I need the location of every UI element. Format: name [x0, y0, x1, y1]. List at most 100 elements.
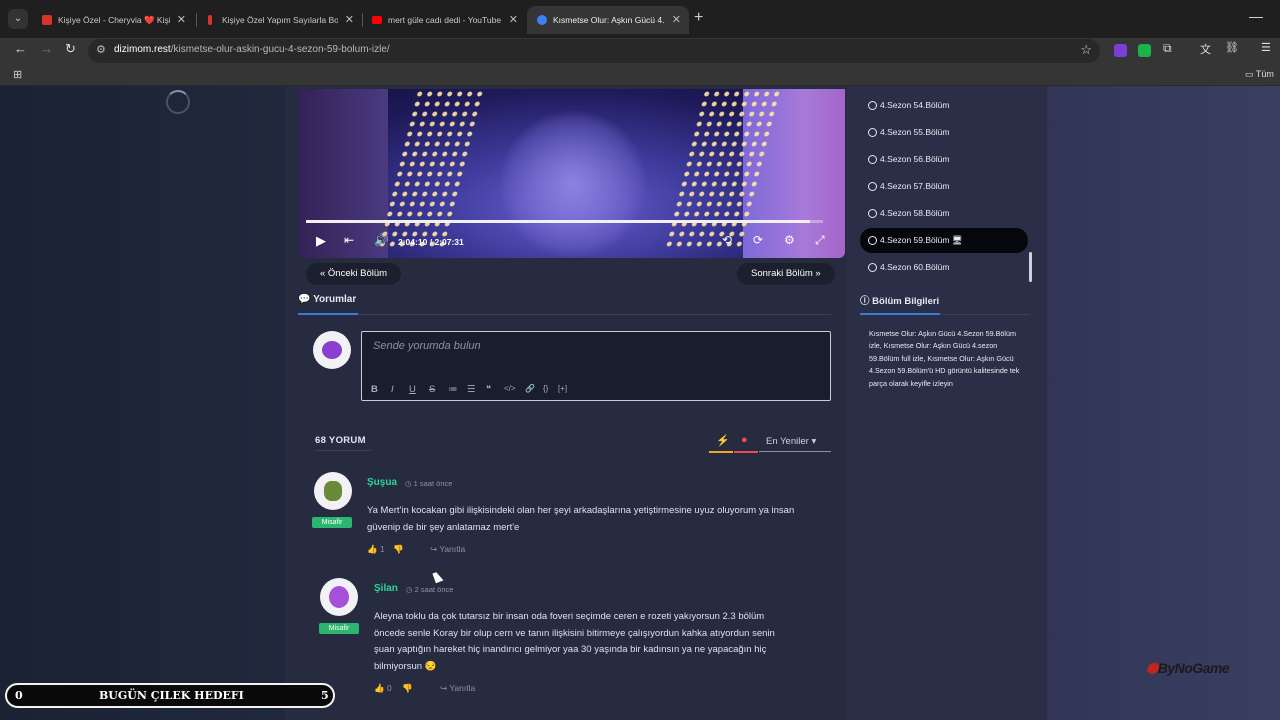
strikethrough-button[interactable]: S	[429, 384, 435, 395]
new-tab-button[interactable]: +	[694, 9, 703, 27]
like-button[interactable]: 👍 1	[367, 544, 385, 555]
code-button[interactable]: </>	[504, 384, 516, 393]
close-tab-icon[interactable]: ✕	[672, 6, 681, 34]
next-episode-button[interactable]: Sonraki Bölüm »	[737, 263, 835, 285]
apps-grid-icon[interactable]: ⊞	[13, 68, 22, 81]
tab-strip: ⌄ Kişiye Özel - Cheryvia ❤️ Kişiye ✕ Kiş…	[0, 0, 1280, 38]
loading-spinner-icon	[166, 90, 190, 114]
bookmarks-bar: ⊞ ▭ Tüm	[0, 64, 1280, 86]
all-bookmarks-button[interactable]: ▭ Tüm	[1245, 69, 1274, 80]
reply-button[interactable]: ↪ Yanıtla	[430, 544, 465, 555]
fullscreen-icon[interactable]: ⤢	[815, 233, 825, 248]
episode-item[interactable]: 4.Sezon 54.Bölüm	[860, 93, 1028, 118]
goal-label: BUGÜN ÇILEK HEDEFI	[99, 689, 244, 702]
extension-icon[interactable]	[1138, 44, 1151, 57]
episode-item-active[interactable]: 4.Sezon 59.Bölüm 🖥	[860, 228, 1028, 253]
watermark-text: ByNoGame	[1157, 660, 1230, 676]
comments-heading: 💬 Yorumlar	[298, 294, 356, 305]
radio-circle-icon	[868, 209, 877, 218]
minimize-window-button[interactable]: —	[1249, 8, 1263, 24]
count-underline	[315, 450, 371, 451]
radio-circle-icon	[868, 263, 877, 272]
episode-label: 4.Sezon 60.Bölüm	[880, 262, 950, 272]
settings-gear-icon[interactable]: ⚙	[784, 233, 795, 247]
bookmark-star-icon[interactable]: ☆	[1080, 42, 1092, 58]
comment-editor[interactable]: Sende yorumda bulun B I U S ≔ ☰ ❝ </> 🔗 …	[361, 331, 831, 401]
link-icon[interactable]: ⛓	[1225, 41, 1239, 54]
italic-button[interactable]: I	[391, 384, 394, 395]
skip-back-icon[interactable]: ⇤	[344, 233, 354, 247]
close-tab-icon[interactable]: ✕	[177, 6, 186, 34]
menu-icon[interactable]: ☰	[1261, 41, 1271, 54]
video-seek-bar[interactable]	[306, 220, 823, 223]
episode-item[interactable]: 4.Sezon 57.Bölüm	[860, 174, 1028, 199]
reload-icon[interactable]: ↻	[65, 41, 76, 57]
episode-item[interactable]: 4.Sezon 56.Bölüm	[860, 147, 1028, 172]
comment-time-text: 1 saat önce	[413, 479, 453, 488]
spoiler-button[interactable]: [+]	[558, 384, 567, 393]
url-path: /kismetse-olur-askin-gucu-4-sezon-59-bol…	[170, 44, 390, 55]
browser-tab[interactable]: Kişiye Özel - Cheryvia ❤️ Kişiye ✕	[32, 6, 194, 34]
episode-list-scrollbar[interactable]	[1029, 252, 1032, 282]
url-text: dizimom.rest/kismetse-olur-askin-gucu-4-…	[114, 44, 390, 55]
extension-icon[interactable]	[1114, 44, 1127, 57]
episode-item[interactable]: 4.Sezon 55.Bölüm	[860, 120, 1028, 145]
like-button[interactable]: 👍 0	[374, 683, 392, 694]
close-tab-icon[interactable]: ✕	[509, 6, 518, 34]
tab-title: Kişiye Özel Yapım Sayılarla Boy	[222, 15, 338, 25]
close-tab-icon[interactable]: ✕	[345, 6, 354, 34]
favicon-icon	[208, 15, 212, 25]
tab-title: Kısmetse Olur: Aşkın Gücü 4.Se	[553, 15, 665, 25]
code-block-button[interactable]: {}	[543, 384, 548, 393]
thumbs-down-icon[interactable]: 👎	[402, 683, 413, 694]
avatar	[313, 331, 351, 369]
video-player[interactable]: ▶ ⇤ 🔊 2:04:10 / 2:07:31 ⟲ ⟳ ⚙ ⤢	[298, 89, 845, 258]
quote-button[interactable]: ❝	[486, 384, 491, 395]
sort-select[interactable]: En Yeniler ▾	[766, 436, 816, 447]
underline-button[interactable]: U	[409, 384, 416, 395]
bold-button[interactable]: B	[371, 384, 378, 395]
volume-icon[interactable]: 🔊	[374, 233, 389, 247]
lightning-icon[interactable]: ⚡	[716, 434, 730, 447]
fire-icon[interactable]: ●	[741, 434, 748, 446]
video-time: 2:04:10 / 2:07:31	[398, 237, 464, 247]
tab-search-button[interactable]: ⌄	[8, 9, 28, 29]
comment-author[interactable]: Şilan	[374, 583, 398, 594]
comment-time: ◷ 2 saat önce	[406, 585, 454, 594]
sort-select-underline	[759, 451, 831, 452]
comment-line: öncede senle Koray bir olup cern ve tanı…	[374, 627, 775, 639]
chevron-down-icon: ▾	[811, 436, 817, 447]
comment-author[interactable]: Şuşua	[367, 477, 397, 488]
site-info-icon[interactable]: ⚙	[96, 43, 106, 56]
rewind-icon[interactable]: ⟲	[722, 233, 732, 247]
episode-item[interactable]: 4.Sezon 60.Bölüm	[860, 255, 1028, 280]
play-icon[interactable]: ▶	[316, 233, 326, 249]
guest-badge: Misafir	[312, 517, 352, 528]
link-button[interactable]: 🔗	[525, 384, 535, 393]
radio-circle-icon	[868, 236, 877, 245]
reply-arrow-icon: ↪	[440, 683, 448, 693]
stream-goal-bar: 0 BUGÜN ÇILEK HEDEFI 5	[5, 683, 335, 708]
reply-button[interactable]: ↪ Yanıtla	[440, 683, 475, 694]
browser-tab[interactable]: mert güle cadı dedi - YouTube ✕	[362, 6, 526, 34]
comments-icon: 💬	[298, 294, 311, 305]
browser-tab[interactable]: Kişiye Özel Yapım Sayılarla Boy ✕	[196, 6, 362, 34]
episode-item[interactable]: 4.Sezon 58.Bölüm	[860, 201, 1028, 226]
thumbs-down-icon[interactable]: 👎	[393, 544, 404, 555]
ordered-list-button[interactable]: ≔	[448, 384, 458, 395]
previous-episode-button[interactable]: « Önceki Bölüm	[306, 263, 402, 285]
comments-heading-underline	[298, 313, 358, 315]
back-arrow-icon[interactable]: ←	[14, 41, 27, 56]
bullet-list-button[interactable]: ☰	[467, 384, 476, 395]
reply-label: Yanıtla	[439, 544, 466, 554]
reply-arrow-icon: ↪	[430, 544, 438, 554]
browser-tab-active[interactable]: Kısmetse Olur: Aşkın Gücü 4.Se ✕	[527, 6, 689, 34]
comment-placeholder: Sende yorumda bulun	[373, 340, 481, 352]
puzzle-icon[interactable]: ⧉	[1163, 41, 1172, 56]
forward-arrow-icon[interactable]: →	[40, 41, 53, 56]
forward-icon[interactable]: ⟳	[753, 233, 763, 247]
translate-icon[interactable]: 文	[1200, 41, 1211, 57]
address-bar[interactable]: ⚙ dizimom.rest/kismetse-olur-askin-gucu-…	[88, 39, 1100, 63]
youtube-icon	[372, 16, 382, 24]
avatar-monster-icon	[322, 341, 342, 359]
